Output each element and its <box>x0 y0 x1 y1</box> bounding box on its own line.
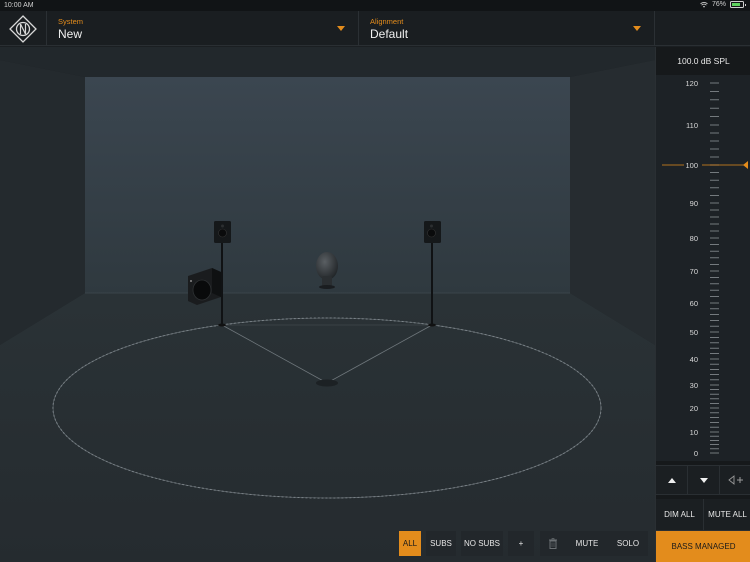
status-time: 10:00 AM <box>4 2 34 9</box>
alignment-label: Alignment <box>370 17 404 26</box>
system-label: System <box>58 17 84 26</box>
meter-tick-label: 0 <box>694 449 698 458</box>
battery-percent: 76% <box>711 1 726 8</box>
meter-tick-label: 30 <box>690 381 698 390</box>
listener-position[interactable] <box>316 379 338 387</box>
mute-button[interactable]: MUTE <box>566 531 608 556</box>
level-panel: 100.0 dB SPL 120 110 100 90 80 70 60 50 40 30 20 10… <box>655 47 750 562</box>
meter-tick-label: 80 <box>690 234 698 243</box>
meter-tick-label: 20 <box>690 404 698 413</box>
filter-no-subs-button[interactable]: NO SUBS <box>461 531 503 556</box>
floor <box>0 293 655 562</box>
solo-button[interactable]: SOLO <box>608 531 648 556</box>
level-down-button[interactable] <box>688 466 720 494</box>
app-logo[interactable] <box>0 11 47 46</box>
delete-button[interactable] <box>540 531 566 556</box>
room-3d-view[interactable] <box>0 47 655 562</box>
ceiling <box>0 47 655 77</box>
meter-tick-label: 110 <box>686 121 698 130</box>
spl-scale: 1201101009080706050403020100 <box>662 79 748 458</box>
system-selector[interactable]: System New <box>47 11 359 46</box>
system-value: New <box>58 27 83 41</box>
system-dropdown-icon <box>337 26 345 31</box>
target-level-marker[interactable] <box>743 161 748 169</box>
meter-tick-label: 90 <box>690 199 698 208</box>
neumann-logo-icon <box>9 14 37 43</box>
meter-tick-label: 40 <box>690 355 698 364</box>
bass-managed-button[interactable]: BASS MANAGED <box>656 531 750 562</box>
trash-icon <box>549 538 557 549</box>
status-bar: 10:00 AM 76% <box>0 0 750 11</box>
add-speaker-button[interactable]: + <box>508 531 534 556</box>
spl-meter[interactable]: 120 110 100 90 80 70 60 50 40 30 20 10 0 <box>656 75 750 461</box>
add-speaker-level-button[interactable] <box>720 466 750 494</box>
alignment-selector[interactable]: Alignment Default <box>359 11 655 46</box>
dim-mute-row: DIM ALL MUTE ALL <box>656 499 750 531</box>
meter-tick-label: 50 <box>690 328 698 337</box>
header-bar: System New Alignment Default <box>0 11 750 46</box>
add-speaker-icon <box>727 475 743 485</box>
alignment-dropdown-icon <box>633 26 641 31</box>
meter-tick-label: 70 <box>690 267 698 276</box>
level-controls <box>656 465 750 495</box>
battery-icon <box>730 1 746 8</box>
wifi-icon <box>700 1 708 8</box>
meter-tick-label: 120 <box>685 79 698 88</box>
level-up-button[interactable] <box>656 466 688 494</box>
meter-tick-label: 10 <box>690 428 698 437</box>
dim-all-button[interactable]: DIM ALL <box>656 499 704 530</box>
arrow-up-icon <box>667 477 676 483</box>
spl-readout: 100.0 dB SPL <box>677 56 730 66</box>
filter-all-button[interactable]: ALL <box>399 531 421 556</box>
filter-subs-button[interactable]: SUBS <box>426 531 456 556</box>
meter-tick-label: 100 <box>685 161 698 170</box>
meter-tick-label: 60 <box>690 299 698 308</box>
alignment-value: Default <box>370 27 409 41</box>
mute-all-button[interactable]: MUTE ALL <box>704 499 750 530</box>
arrow-down-icon <box>699 477 708 483</box>
